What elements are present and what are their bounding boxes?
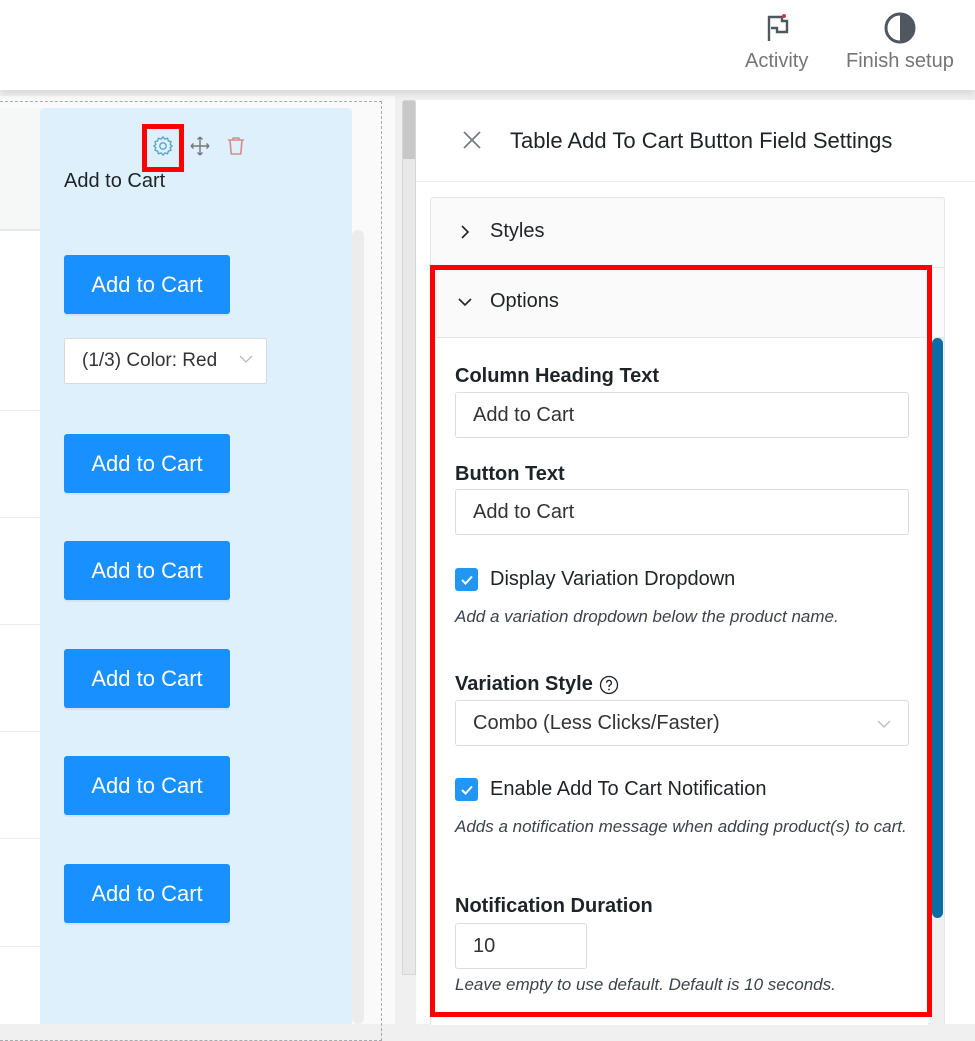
accordion-styles[interactable]: Styles bbox=[431, 198, 944, 268]
chevron-down-icon bbox=[238, 351, 254, 373]
chevron-down-icon bbox=[457, 293, 473, 316]
accordion-options[interactable]: Options bbox=[431, 268, 944, 338]
accordion-options-label: Options bbox=[490, 290, 559, 312]
move-icon bbox=[190, 136, 210, 161]
options-scrollbar-thumb[interactable] bbox=[932, 338, 943, 918]
field-settings-panel: Table Add To Cart Button Field Settings … bbox=[416, 100, 975, 1025]
add-to-cart-button[interactable]: Add to Cart bbox=[64, 756, 230, 815]
add-to-cart-button[interactable]: Add to Cart bbox=[64, 434, 230, 493]
button-text-value: Add to Cart bbox=[473, 500, 575, 523]
delete-column-button[interactable] bbox=[222, 128, 250, 168]
notification-duration-label: Notification Duration bbox=[455, 895, 653, 917]
column-toolbar bbox=[142, 124, 250, 172]
add-to-cart-button[interactable]: Add to Cart bbox=[64, 649, 230, 708]
column-heading-text-input[interactable]: Add to Cart bbox=[455, 392, 909, 438]
activity-label: Activity bbox=[745, 50, 809, 72]
column-heading-text-value: Add to Cart bbox=[473, 403, 575, 426]
activity-button[interactable]: Activity bbox=[745, 10, 808, 73]
column-heading: Add to Cart bbox=[64, 170, 166, 192]
button-text-input[interactable]: Add to Cart bbox=[455, 489, 909, 535]
variation-style-select[interactable]: Combo (Less Clicks/Faster) bbox=[455, 700, 909, 746]
add-to-cart-button[interactable]: Add to Cart bbox=[64, 541, 230, 600]
variation-dropdown-value: (1/3) Color: Red bbox=[82, 350, 218, 371]
variation-style-value: Combo (Less Clicks/Faster) bbox=[473, 711, 720, 734]
enable-notification-help: Adds a notification message when adding … bbox=[455, 817, 907, 836]
column-scrollbar[interactable] bbox=[352, 230, 364, 1024]
checkbox-checked-icon[interactable] bbox=[455, 568, 478, 591]
chevron-down-icon bbox=[876, 715, 892, 738]
enable-notification-label: Enable Add To Cart Notification bbox=[490, 778, 767, 800]
variation-style-label: Variation Style bbox=[455, 673, 593, 695]
trash-icon bbox=[227, 136, 245, 161]
notification-duration-help: Leave empty to use default. Default is 1… bbox=[455, 975, 836, 994]
canvas-scrollbar-thumb[interactable] bbox=[403, 101, 415, 159]
panel-title: Table Add To Cart Button Field Settings bbox=[510, 128, 893, 153]
move-column-handle[interactable] bbox=[186, 128, 214, 168]
variation-dropdown[interactable]: (1/3) Color: Red bbox=[64, 338, 267, 384]
add-to-cart-button[interactable]: Add to Cart bbox=[64, 864, 230, 923]
accordion-styles-label: Styles bbox=[490, 220, 545, 242]
half-circle-icon bbox=[882, 10, 918, 46]
gear-icon bbox=[152, 135, 174, 162]
canvas-scrollbar[interactable] bbox=[402, 100, 416, 975]
close-icon[interactable] bbox=[460, 128, 484, 152]
notification-duration-value: 10 bbox=[473, 934, 496, 957]
enable-notification-checkbox[interactable]: Enable Add To Cart Notification bbox=[455, 778, 766, 801]
help-circle-icon[interactable] bbox=[599, 675, 619, 695]
display-variation-dropdown-checkbox[interactable]: Display Variation Dropdown bbox=[455, 568, 735, 591]
top-bar: Activity Finish setup bbox=[0, 0, 975, 90]
button-text-label: Button Text bbox=[455, 463, 565, 485]
notification-duration-input[interactable]: 10 bbox=[455, 923, 587, 969]
previous-column bbox=[0, 108, 40, 1024]
panel-header: Table Add To Cart Button Field Settings bbox=[416, 100, 975, 182]
display-variation-help: Add a variation dropdown below the produ… bbox=[455, 607, 839, 626]
add-to-cart-button[interactable]: Add to Cart bbox=[64, 255, 230, 314]
flag-icon bbox=[763, 10, 791, 46]
column-settings-button[interactable] bbox=[142, 124, 184, 172]
variation-style-label-row: Variation Style bbox=[455, 673, 619, 696]
chevron-right-icon bbox=[457, 223, 473, 246]
options-scrollbar[interactable] bbox=[930, 338, 944, 1025]
checkbox-checked-icon[interactable] bbox=[455, 778, 478, 801]
display-variation-dropdown-label: Display Variation Dropdown bbox=[490, 568, 736, 590]
finish-setup-label: Finish setup bbox=[846, 50, 954, 72]
column-heading-text-label: Column Heading Text bbox=[455, 365, 660, 387]
finish-setup-button[interactable]: Finish setup bbox=[846, 10, 954, 73]
